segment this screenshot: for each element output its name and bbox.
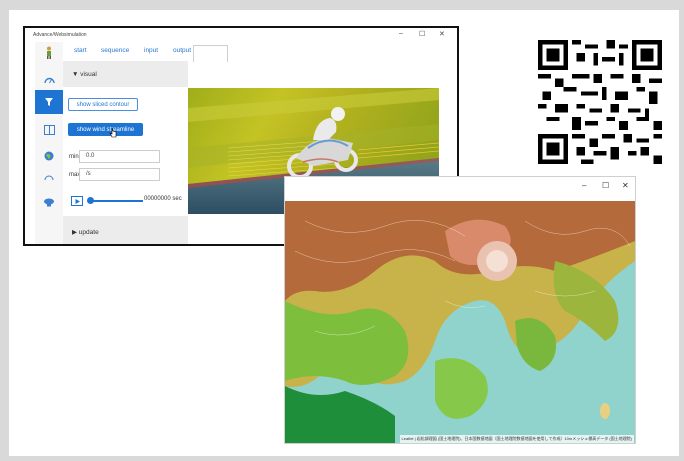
visual-section-header[interactable]: ▼ visual — [63, 61, 188, 87]
blimp-icon[interactable] — [35, 192, 63, 212]
gauge-icon[interactable] — [35, 69, 63, 89]
min-label: min — [69, 154, 79, 160]
tab-input[interactable]: input — [144, 47, 158, 54]
filter-icon[interactable] — [35, 90, 63, 114]
control-panel: ▼ visual show sliced contour show wind s… — [63, 61, 188, 244]
max-input[interactable]: /s — [79, 168, 160, 181]
active-tab-outline — [193, 45, 228, 62]
window-title: Advance/Websimulation — [33, 32, 87, 38]
person-icon[interactable] — [35, 42, 63, 62]
terrain-map[interactable]: Leaflet | 岩松調理図 (国土地理院)、日本国数値地図（国土地理院数値地… — [285, 201, 635, 443]
qr-code — [538, 40, 662, 164]
maximize-button[interactable]: ☐ — [419, 30, 425, 38]
show-sliced-contour-button[interactable]: show sliced contour — [68, 98, 138, 111]
play-button[interactable] — [71, 196, 83, 206]
show-wind-streamline-button[interactable]: show wind streamline — [68, 123, 143, 136]
tab-sequence[interactable]: sequence — [101, 47, 129, 54]
map-maximize-button[interactable]: ☐ — [602, 181, 609, 190]
tab-start[interactable]: start — [74, 47, 87, 54]
globe-icon[interactable] — [35, 146, 63, 166]
mouse-cursor-icon — [109, 128, 117, 138]
min-input[interactable]: 0.0 — [79, 150, 160, 163]
time-readout: 00000000 sec — [144, 196, 182, 202]
sidebar — [35, 42, 63, 244]
map-close-button[interactable]: ✕ — [622, 181, 629, 190]
book-icon[interactable] — [35, 120, 63, 140]
cloud-icon[interactable] — [35, 168, 63, 188]
play-icon — [75, 198, 80, 204]
title-bar: Advance/Websimulation – ☐ ✕ — [25, 28, 457, 42]
tab-output[interactable]: output — [173, 47, 191, 54]
map-attribution: Leaflet | 岩松調理図 (国土地理院)、日本国数値地図（国土地理院数値地… — [399, 435, 634, 443]
update-section-header[interactable]: ▶ update — [63, 216, 188, 244]
time-slider-track[interactable] — [88, 200, 143, 202]
time-slider-handle[interactable] — [87, 197, 94, 204]
tab-bar: start sequence input output — [63, 42, 457, 62]
close-button[interactable]: ✕ — [439, 30, 445, 38]
map-window: – ☐ ✕ Leaflet | 岩松調理図 (国土地理院)、日本国数値地図（国土… — [284, 176, 636, 444]
minimize-button[interactable]: – — [399, 30, 403, 37]
map-minimize-button[interactable]: – — [582, 181, 586, 190]
